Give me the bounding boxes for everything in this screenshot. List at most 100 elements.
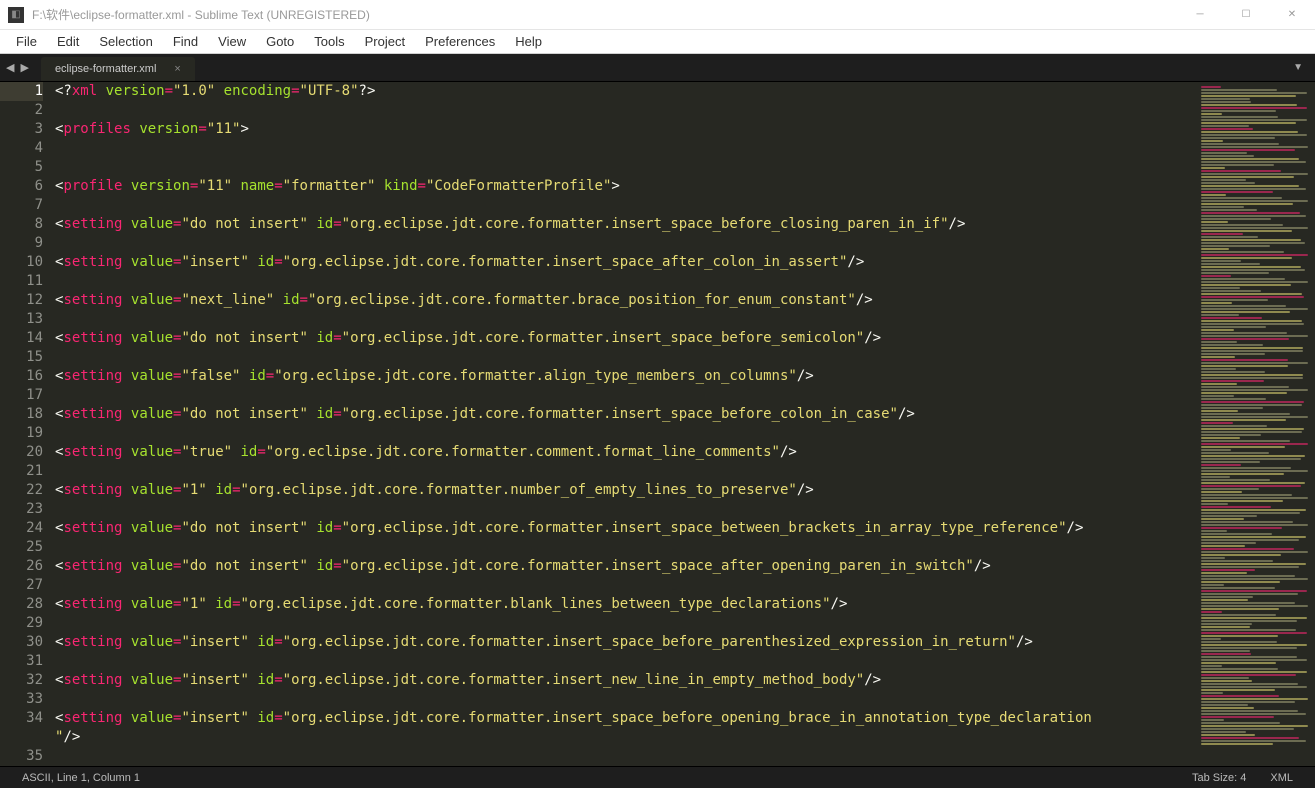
- close-button[interactable]: ✕: [1269, 0, 1315, 29]
- line-number[interactable]: 34: [0, 709, 43, 728]
- menu-help[interactable]: Help: [505, 31, 552, 52]
- code-line[interactable]: <setting value="false" id="org.eclipse.j…: [55, 367, 1195, 386]
- code-line[interactable]: [55, 139, 1195, 158]
- line-number[interactable]: 11: [0, 272, 43, 291]
- line-number[interactable]: 19: [0, 424, 43, 443]
- menu-view[interactable]: View: [208, 31, 256, 52]
- line-number[interactable]: 14: [0, 329, 43, 348]
- line-number[interactable]: 30: [0, 633, 43, 652]
- menu-tools[interactable]: Tools: [304, 31, 354, 52]
- tab-overflow-icon[interactable]: ▼: [1281, 62, 1315, 73]
- line-number[interactable]: 35: [0, 747, 43, 766]
- nav-forward-icon[interactable]: ▶: [20, 61, 28, 74]
- line-number[interactable]: 6: [0, 177, 43, 196]
- window-controls: ─ ☐ ✕: [1177, 0, 1315, 29]
- line-number[interactable]: 18: [0, 405, 43, 424]
- line-number[interactable]: [0, 728, 43, 747]
- menu-find[interactable]: Find: [163, 31, 208, 52]
- menu-project[interactable]: Project: [355, 31, 415, 52]
- tab-close-icon[interactable]: ×: [174, 63, 180, 75]
- code-line[interactable]: <setting value="next_line" id="org.eclip…: [55, 291, 1195, 310]
- line-number-gutter[interactable]: 1234567891011121314151617181920212223242…: [0, 82, 55, 766]
- code-line[interactable]: [55, 196, 1195, 215]
- line-number[interactable]: 16: [0, 367, 43, 386]
- code-line[interactable]: <setting value="insert" id="org.eclipse.…: [55, 709, 1195, 728]
- tab-label: eclipse-formatter.xml: [55, 63, 156, 75]
- code-line[interactable]: <setting value="1" id="org.eclipse.jdt.c…: [55, 595, 1195, 614]
- code-line[interactable]: [55, 462, 1195, 481]
- line-number[interactable]: 26: [0, 557, 43, 576]
- code-line[interactable]: [55, 348, 1195, 367]
- menu-edit[interactable]: Edit: [47, 31, 89, 52]
- code-line[interactable]: [55, 272, 1195, 291]
- line-number[interactable]: 17: [0, 386, 43, 405]
- code-line[interactable]: [55, 386, 1195, 405]
- code-line[interactable]: [55, 424, 1195, 443]
- nav-back-icon[interactable]: ◀: [6, 61, 14, 74]
- code-line[interactable]: <setting value="do not insert" id="org.e…: [55, 519, 1195, 538]
- code-line[interactable]: <setting value="do not insert" id="org.e…: [55, 557, 1195, 576]
- menu-goto[interactable]: Goto: [256, 31, 304, 52]
- menu-preferences[interactable]: Preferences: [415, 31, 505, 52]
- line-number[interactable]: 20: [0, 443, 43, 462]
- line-number[interactable]: 29: [0, 614, 43, 633]
- code-line[interactable]: [55, 576, 1195, 595]
- line-number[interactable]: 5: [0, 158, 43, 177]
- code-area[interactable]: <?xml version="1.0" encoding="UTF-8"?> <…: [55, 82, 1195, 766]
- code-line[interactable]: [55, 614, 1195, 633]
- line-number[interactable]: 3: [0, 120, 43, 139]
- menu-selection[interactable]: Selection: [89, 31, 162, 52]
- line-number[interactable]: 25: [0, 538, 43, 557]
- line-number[interactable]: 24: [0, 519, 43, 538]
- line-number[interactable]: 32: [0, 671, 43, 690]
- code-line[interactable]: <profile version="11" name="formatter" k…: [55, 177, 1195, 196]
- code-line[interactable]: [55, 652, 1195, 671]
- line-number[interactable]: 12: [0, 291, 43, 310]
- minimap[interactable]: [1195, 82, 1315, 766]
- code-line[interactable]: [55, 158, 1195, 177]
- code-line[interactable]: <setting value="do not insert" id="org.e…: [55, 215, 1195, 234]
- line-number[interactable]: 33: [0, 690, 43, 709]
- line-number[interactable]: 13: [0, 310, 43, 329]
- code-line[interactable]: [55, 310, 1195, 329]
- menu-file[interactable]: File: [6, 31, 47, 52]
- status-syntax[interactable]: XML: [1258, 772, 1305, 784]
- line-number[interactable]: 7: [0, 196, 43, 215]
- line-number[interactable]: 27: [0, 576, 43, 595]
- line-number[interactable]: 8: [0, 215, 43, 234]
- file-tab[interactable]: eclipse-formatter.xml ×: [41, 57, 195, 81]
- code-line[interactable]: [55, 538, 1195, 557]
- line-number[interactable]: 9: [0, 234, 43, 253]
- line-number[interactable]: 4: [0, 139, 43, 158]
- menu-bar: FileEditSelectionFindViewGotoToolsProjec…: [0, 30, 1315, 54]
- line-number[interactable]: 31: [0, 652, 43, 671]
- line-number[interactable]: 10: [0, 253, 43, 272]
- code-line[interactable]: [55, 747, 1195, 766]
- code-line[interactable]: [55, 234, 1195, 253]
- bottom-strip: [0, 788, 1315, 800]
- line-number[interactable]: 23: [0, 500, 43, 519]
- code-line[interactable]: <setting value="insert" id="org.eclipse.…: [55, 253, 1195, 272]
- code-line[interactable]: [55, 500, 1195, 519]
- status-cursor[interactable]: ASCII, Line 1, Column 1: [10, 772, 152, 784]
- code-line[interactable]: [55, 690, 1195, 709]
- code-line[interactable]: <setting value="do not insert" id="org.e…: [55, 329, 1195, 348]
- code-line[interactable]: <?xml version="1.0" encoding="UTF-8"?>: [55, 82, 1195, 101]
- code-line[interactable]: [55, 101, 1195, 120]
- code-line[interactable]: <setting value="true" id="org.eclipse.jd…: [55, 443, 1195, 462]
- code-line[interactable]: <setting value="insert" id="org.eclipse.…: [55, 633, 1195, 652]
- line-number[interactable]: 21: [0, 462, 43, 481]
- code-line[interactable]: <setting value="do not insert" id="org.e…: [55, 405, 1195, 424]
- code-line[interactable]: <profiles version="11">: [55, 120, 1195, 139]
- line-number[interactable]: 1: [0, 82, 43, 101]
- minimize-button[interactable]: ─: [1177, 0, 1223, 29]
- maximize-button[interactable]: ☐: [1223, 0, 1269, 29]
- code-line[interactable]: <setting value="1" id="org.eclipse.jdt.c…: [55, 481, 1195, 500]
- code-line[interactable]: "/>: [55, 728, 1195, 747]
- status-tab-size[interactable]: Tab Size: 4: [1180, 772, 1258, 784]
- line-number[interactable]: 15: [0, 348, 43, 367]
- code-line[interactable]: <setting value="insert" id="org.eclipse.…: [55, 671, 1195, 690]
- line-number[interactable]: 2: [0, 101, 43, 120]
- line-number[interactable]: 22: [0, 481, 43, 500]
- line-number[interactable]: 28: [0, 595, 43, 614]
